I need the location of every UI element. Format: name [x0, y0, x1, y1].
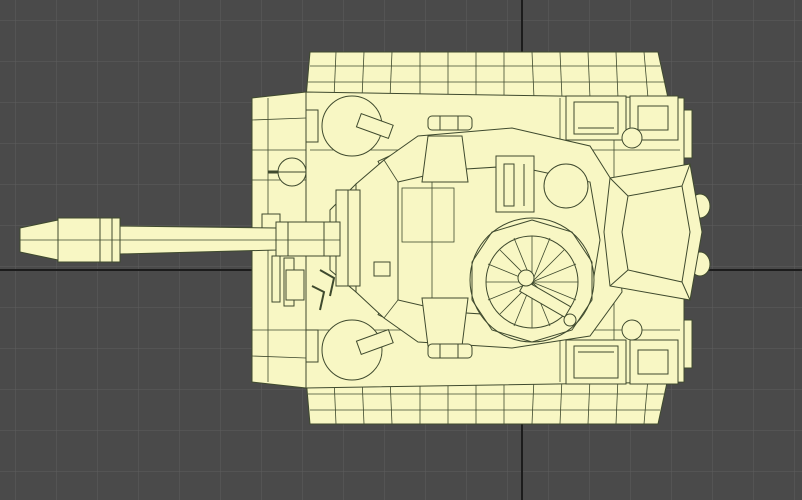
loader-hatch[interactable]: [495, 155, 535, 213]
fuel-cap-bottom: [621, 319, 643, 341]
fuel-cap-top: [621, 127, 643, 149]
ventilator: [543, 163, 589, 209]
rear-stowage-box-top: [565, 95, 679, 141]
rear-stowage-box-bottom: [565, 339, 679, 385]
viewport-canvas[interactable]: [0, 0, 802, 500]
left-track: [305, 51, 669, 99]
3d-viewport[interactable]: [0, 0, 802, 500]
turret-rear-bustle: [603, 163, 703, 301]
commander-cupola[interactable]: [469, 217, 595, 343]
turret-vision-port-bottom: [421, 297, 473, 359]
